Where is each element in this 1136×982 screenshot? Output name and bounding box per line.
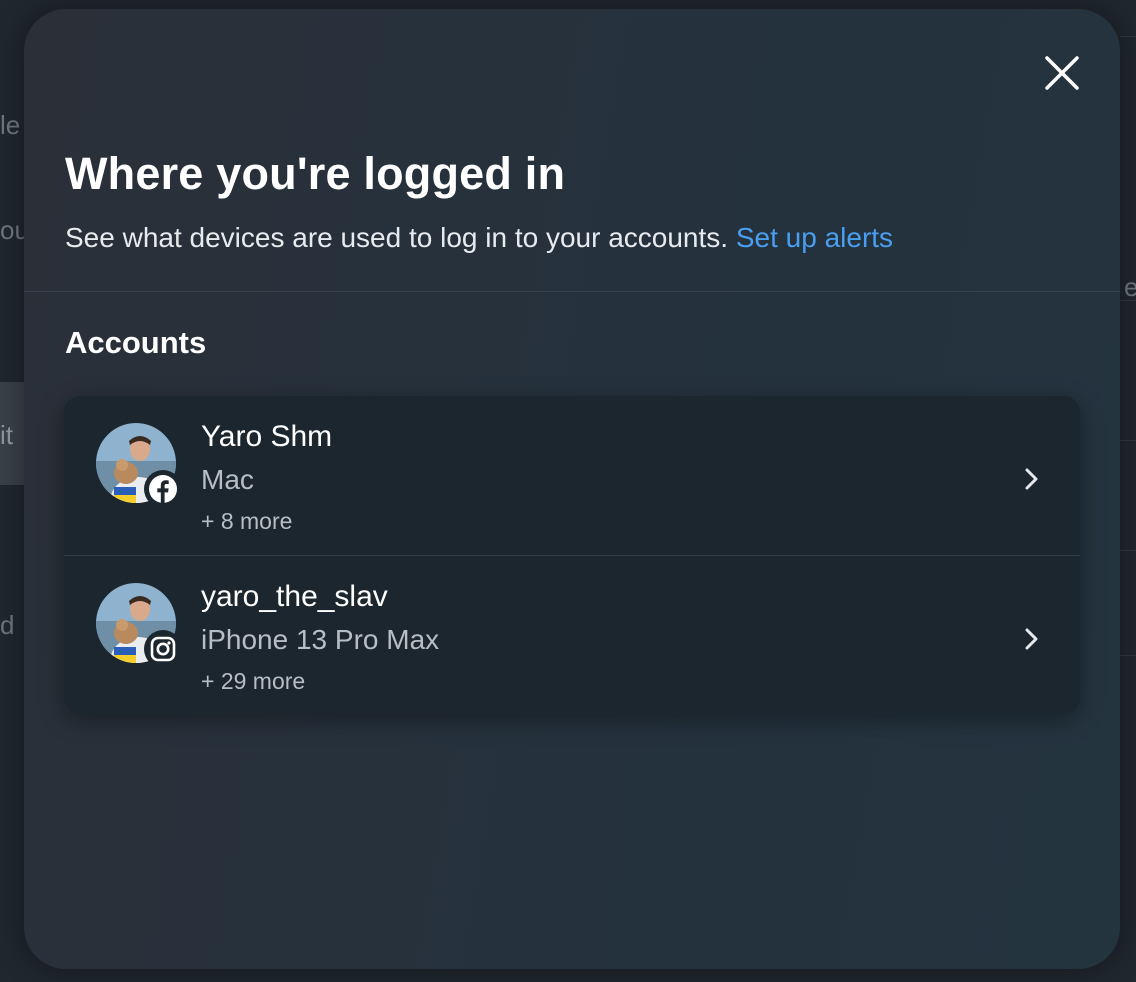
accounts-section-title: Accounts: [65, 325, 207, 360]
chevron-right-icon: [1025, 628, 1038, 650]
background-divider: [1120, 440, 1136, 441]
set-up-alerts-link[interactable]: Set up alerts: [736, 222, 893, 253]
background-divider: [1120, 550, 1136, 551]
close-button[interactable]: [1042, 53, 1082, 93]
facebook-badge: [144, 470, 182, 508]
dialog-title: Where you're logged in: [65, 148, 566, 199]
background-divider: [1120, 36, 1136, 37]
background-text: it: [0, 420, 13, 450]
account-device: Mac: [201, 464, 254, 495]
close-icon: [1045, 56, 1079, 90]
background-text: e: [1124, 272, 1136, 302]
subtitle-text: See what devices are used to log in to y…: [65, 222, 729, 253]
accounts-list: Yaro Shm Mac + 8 more yaro_the_slav iPho…: [64, 396, 1080, 714]
facebook-icon: [149, 475, 177, 503]
account-row-instagram[interactable]: yaro_the_slav iPhone 13 Pro Max + 29 mor…: [64, 556, 1080, 714]
chevron-right-icon: [1025, 468, 1038, 490]
background-text: le: [0, 110, 21, 140]
account-more-devices: + 29 more: [201, 668, 306, 694]
instagram-badge: [144, 630, 182, 668]
account-row-facebook[interactable]: Yaro Shm Mac + 8 more: [64, 396, 1080, 555]
account-device: iPhone 13 Pro Max: [201, 624, 440, 655]
background-divider: [1120, 300, 1136, 301]
account-name: Yaro Shm: [201, 420, 333, 453]
dialog-subtitle: See what devices are used to log in to y…: [65, 222, 893, 254]
header-divider: [24, 291, 1120, 292]
account-name: yaro_the_slav: [201, 580, 388, 613]
account-more-devices: + 8 more: [201, 508, 293, 534]
logged-in-dialog: Where you're logged in See what devices …: [24, 9, 1120, 969]
background-text: d: [0, 610, 15, 640]
instagram-icon: [150, 636, 176, 662]
background-divider: [1120, 655, 1136, 656]
